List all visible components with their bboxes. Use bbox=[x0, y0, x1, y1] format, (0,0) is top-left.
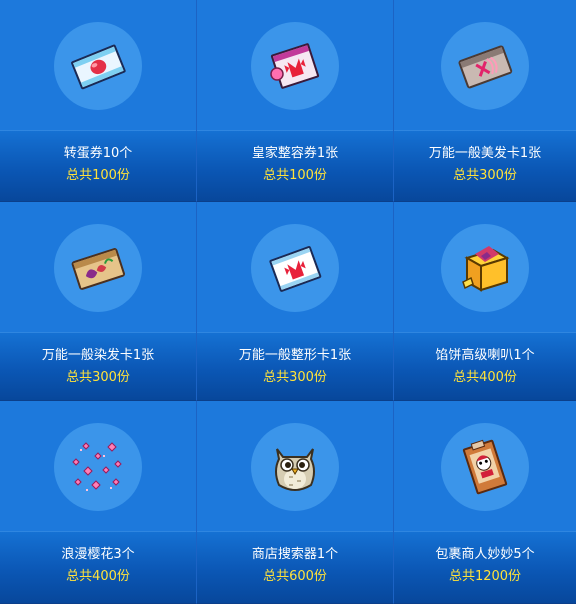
item-icon-area bbox=[0, 202, 196, 332]
item-price: 总共300份 bbox=[453, 168, 517, 183]
icon-circle bbox=[251, 423, 339, 511]
icon-circle bbox=[441, 224, 529, 312]
item-name: 万能一般美发卡1张 bbox=[428, 146, 542, 161]
item-name: 包裹商人妙妙5个 bbox=[435, 547, 535, 562]
item-name: 转蛋券10个 bbox=[63, 146, 133, 161]
package-merchant-card-icon bbox=[462, 439, 508, 495]
reward-item-package-merchant[interactable]: 包裹商人妙妙5个 总共1200份 bbox=[394, 401, 576, 604]
item-icon-area bbox=[197, 0, 393, 130]
reward-item-grid: 转蛋券10个 总共100份 皇家整容券1张 总共100份 万能一般美发卡1张 总… bbox=[0, 0, 576, 604]
item-caption: 万能一般整形卡1张 总共300份 bbox=[197, 332, 393, 400]
hair-dye-card-icon bbox=[71, 248, 125, 290]
pie-megaphone-box-icon bbox=[462, 246, 510, 292]
reward-item-capsule-ticket[interactable]: 转蛋券10个 总共100份 bbox=[0, 0, 197, 202]
face-surgery-card-icon bbox=[269, 246, 322, 292]
item-icon-area bbox=[0, 401, 196, 531]
item-caption: 馅饼高级喇叭1个 总共400份 bbox=[394, 332, 576, 400]
owl-store-search-icon bbox=[275, 448, 315, 491]
item-price: 总共300份 bbox=[263, 370, 327, 385]
reward-item-hair-dye-card[interactable]: 万能一般染发卡1张 总共300份 bbox=[0, 202, 197, 401]
reward-item-owl-store-search[interactable]: 商店搜索器1个 总共600份 bbox=[197, 401, 394, 604]
reward-item-hair-style-card[interactable]: 万能一般美发卡1张 总共300份 bbox=[394, 0, 576, 202]
royal-face-coupon-icon bbox=[270, 43, 320, 89]
capsule-ticket-icon bbox=[71, 44, 126, 90]
icon-circle bbox=[251, 22, 339, 110]
item-price: 总共100份 bbox=[66, 168, 130, 183]
item-icon-area bbox=[197, 401, 393, 531]
item-icon-area bbox=[394, 202, 576, 332]
item-caption: 万能一般美发卡1张 总共300份 bbox=[394, 130, 576, 201]
item-icon-area bbox=[394, 0, 576, 130]
reward-item-royal-face-coupon[interactable]: 皇家整容券1张 总共100份 bbox=[197, 0, 394, 202]
item-price: 总共400份 bbox=[66, 569, 130, 584]
reward-item-face-surgery-card[interactable]: 万能一般整形卡1张 总共300份 bbox=[197, 202, 394, 401]
item-price: 总共400份 bbox=[453, 370, 517, 385]
icon-circle bbox=[441, 423, 529, 511]
cherry-blossom-sparkle-icon bbox=[72, 442, 122, 491]
item-caption: 万能一般染发卡1张 总共300份 bbox=[0, 332, 196, 400]
item-name: 商店搜索器1个 bbox=[251, 547, 339, 562]
item-caption: 包裹商人妙妙5个 总共1200份 bbox=[394, 531, 576, 603]
item-icon-area bbox=[0, 0, 196, 130]
item-caption: 转蛋券10个 总共100份 bbox=[0, 130, 196, 201]
icon-circle bbox=[441, 22, 529, 110]
reward-item-pie-megaphone[interactable]: 馅饼高级喇叭1个 总共400份 bbox=[394, 202, 576, 401]
item-icon-area bbox=[197, 202, 393, 332]
item-name: 馅饼高级喇叭1个 bbox=[435, 348, 535, 363]
item-name: 万能一般整形卡1张 bbox=[238, 348, 352, 363]
icon-circle bbox=[54, 224, 142, 312]
icon-circle bbox=[54, 423, 142, 511]
item-price: 总共300份 bbox=[66, 370, 130, 385]
item-price: 总共600份 bbox=[263, 569, 327, 584]
item-caption: 商店搜索器1个 总共600份 bbox=[197, 531, 393, 603]
item-icon-area bbox=[394, 401, 576, 531]
item-name: 浪漫樱花3个 bbox=[61, 547, 135, 562]
item-caption: 浪漫樱花3个 总共400份 bbox=[0, 531, 196, 603]
icon-circle bbox=[251, 224, 339, 312]
item-name: 皇家整容券1张 bbox=[251, 146, 339, 161]
icon-circle bbox=[54, 22, 142, 110]
item-price: 总共100份 bbox=[263, 168, 327, 183]
reward-item-cherry-blossom[interactable]: 浪漫樱花3个 总共400份 bbox=[0, 401, 197, 604]
item-name: 万能一般染发卡1张 bbox=[41, 348, 155, 363]
item-price: 总共1200份 bbox=[448, 569, 522, 584]
item-caption: 皇家整容券1张 总共100份 bbox=[197, 130, 393, 201]
hair-style-card-icon bbox=[458, 45, 513, 89]
